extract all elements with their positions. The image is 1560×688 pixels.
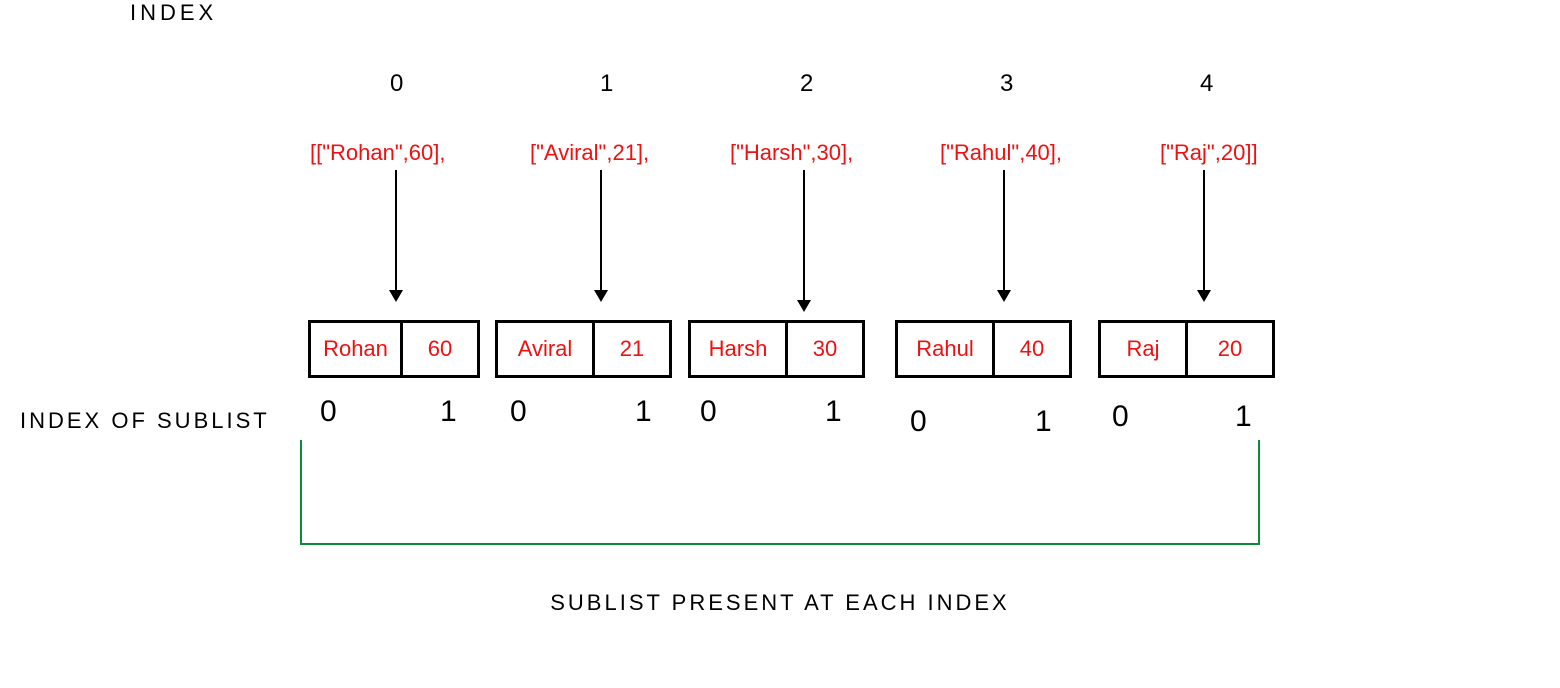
cell-name-1: Aviral (495, 320, 595, 378)
sub-index-3-1: 1 (1035, 405, 1052, 439)
sub-index-1-1: 1 (635, 395, 652, 429)
caption: SUBLIST PRESENT AT EACH INDEX (0, 590, 1560, 616)
sub-index-0-0: 0 (320, 395, 337, 429)
index-label: INDEX (130, 0, 217, 26)
index-number-3: 3 (1000, 70, 1013, 98)
cell-name-2: Harsh (688, 320, 788, 378)
index-number-4: 4 (1200, 70, 1213, 98)
index-number-2: 2 (800, 70, 813, 98)
literal-4: ["Raj",20]] (1160, 140, 1258, 166)
sub-index-0-1: 1 (440, 395, 457, 429)
literal-0: [["Rohan",60], (310, 140, 445, 166)
cell-name-3: Rahul (895, 320, 995, 378)
arrow-0 (395, 170, 397, 300)
literal-2: ["Harsh",30], (730, 140, 853, 166)
cell-value-0: 60 (400, 320, 480, 378)
arrow-4 (1203, 170, 1205, 300)
sublist-index-label: INDEX OF SUBLIST (20, 408, 270, 434)
arrow-3 (1003, 170, 1005, 300)
sub-index-1-0: 0 (510, 395, 527, 429)
arrow-1 (600, 170, 602, 300)
sub-index-2-1: 1 (825, 395, 842, 429)
literal-1: ["Aviral",21], (530, 140, 649, 166)
sub-index-2-0: 0 (700, 395, 717, 429)
cell-name-0: Rohan (308, 320, 403, 378)
sub-index-4-1: 1 (1235, 400, 1252, 434)
literal-3: ["Rahul",40], (940, 140, 1062, 166)
cell-value-2: 30 (785, 320, 865, 378)
index-number-0: 0 (390, 70, 403, 98)
index-number-1: 1 (600, 70, 613, 98)
cell-value-4: 20 (1185, 320, 1275, 378)
arrow-2 (803, 170, 805, 310)
cell-value-1: 21 (592, 320, 672, 378)
sub-index-3-0: 0 (910, 405, 927, 439)
cell-value-3: 40 (992, 320, 1072, 378)
cell-name-4: Raj (1098, 320, 1188, 378)
sub-index-4-0: 0 (1112, 400, 1129, 434)
bracket (300, 440, 1260, 545)
